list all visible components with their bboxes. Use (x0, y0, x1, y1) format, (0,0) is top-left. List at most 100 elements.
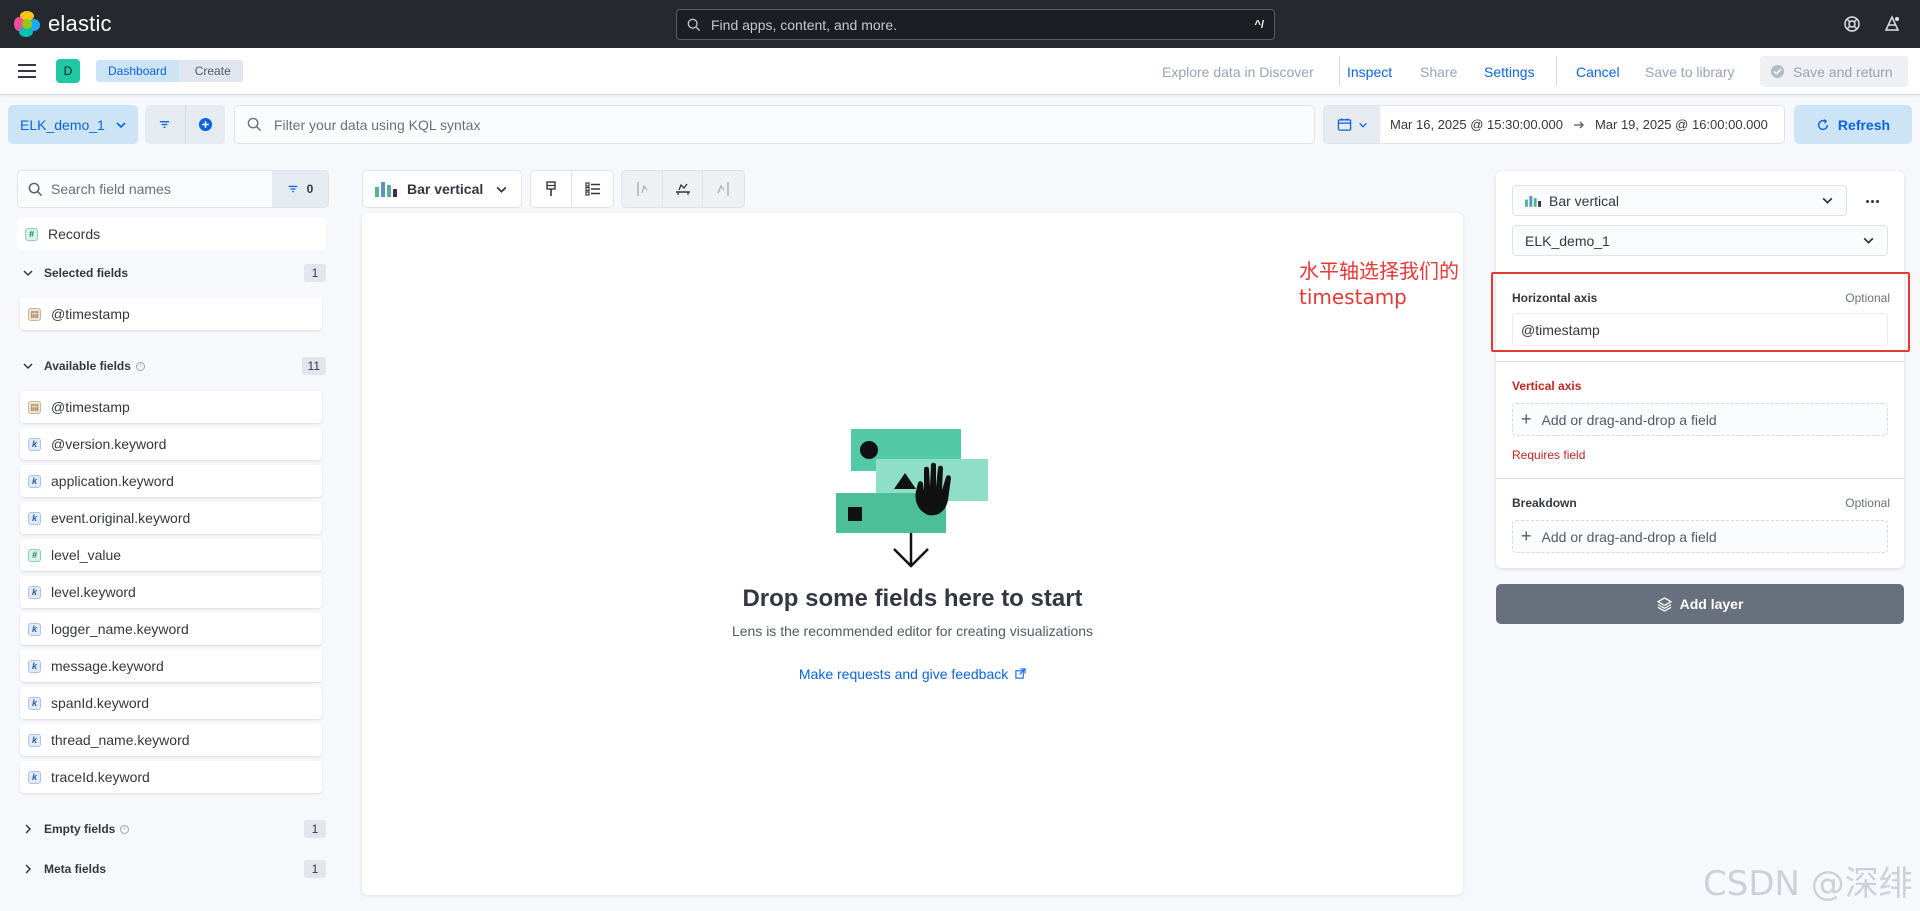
layer-actions-button[interactable] (1860, 191, 1884, 211)
field-list-item[interactable]: k message.keyword (20, 650, 322, 682)
field-list-item[interactable]: k level.keyword (20, 576, 322, 608)
refresh-icon (1817, 118, 1828, 130)
number-type-icon: # (25, 227, 38, 241)
layer-data-view-select[interactable]: ELK_demo_1 (1512, 225, 1888, 256)
keyword-type-icon: k (28, 437, 41, 451)
axis-options (621, 170, 745, 208)
space-avatar[interactable]: D (56, 59, 80, 83)
quick-date-menu-button[interactable] (1324, 106, 1380, 143)
display-options (530, 170, 614, 208)
meta-fields-toggle[interactable]: Meta fields 1 (20, 858, 326, 880)
legend-options-button[interactable] (572, 171, 613, 207)
keyword-type-icon: k (28, 733, 41, 747)
meta-fields-count: 1 (304, 860, 326, 878)
bottom-axis-options-button[interactable] (663, 171, 704, 207)
save-and-return-label: Save and return (1793, 63, 1893, 80)
layer-chart-type-select[interactable]: Bar vertical (1512, 185, 1847, 216)
cancel-button[interactable]: Cancel (1576, 64, 1620, 80)
field-list-item[interactable]: # level_value (20, 539, 322, 571)
breadcrumb-dashboard[interactable]: Dashboard (96, 60, 179, 82)
elastic-logo[interactable]: elastic (14, 11, 112, 37)
chevron-down-icon (1822, 197, 1833, 204)
chart-type-switcher[interactable]: Bar vertical (362, 170, 522, 208)
visual-options-button[interactable] (531, 171, 572, 207)
plus-circle-icon (198, 117, 212, 132)
field-list-item[interactable]: k logger_name.keyword (20, 613, 322, 645)
menu-icon[interactable] (18, 64, 36, 78)
bar-chart-icon (1525, 195, 1541, 207)
axis-left-icon (637, 182, 648, 196)
layer-data-view-label: ELK_demo_1 (1525, 232, 1610, 249)
breakdown-drop-zone[interactable]: + Add or drag-and-drop a field (1512, 520, 1888, 553)
selected-fields-count: 1 (304, 264, 326, 282)
bar-chart-icon (375, 182, 397, 197)
date-type-icon: ▤ (28, 400, 41, 414)
field-search-placeholder: Search field names (51, 181, 171, 197)
brand-name: elastic (48, 11, 112, 36)
add-layer-button[interactable]: Add layer (1496, 584, 1904, 624)
breakdown-label: Breakdown (1512, 496, 1577, 510)
selected-field-timestamp[interactable]: ▤ @timestamp (20, 298, 322, 330)
keyword-type-icon: k (28, 622, 41, 636)
chevron-right-icon (20, 823, 36, 835)
global-search-input[interactable]: Find apps, content, and more. ^/ (676, 9, 1275, 40)
empty-fields-toggle[interactable]: Empty fields i 1 (20, 818, 326, 840)
vertical-axis-error: Requires field (1512, 448, 1586, 462)
field-list-item[interactable]: k application.keyword (20, 465, 322, 497)
plus-icon: + (1521, 526, 1532, 546)
axis-right-icon (717, 182, 729, 196)
available-fields-title: Available fields (44, 359, 131, 373)
selected-fields-toggle[interactable]: Selected fields 1 (20, 262, 326, 284)
vertical-axis-drop-zone[interactable]: + Add or drag-and-drop a field (1512, 403, 1888, 436)
save-to-library-button[interactable]: Save to library (1645, 64, 1734, 80)
date-start[interactable]: Mar 16, 2025 @ 15:30:00.000 (1390, 117, 1563, 132)
settings-link[interactable]: Settings (1484, 64, 1535, 80)
available-fields-toggle[interactable]: Available fields i 11 (20, 355, 326, 377)
inspect-link[interactable]: Inspect (1347, 64, 1392, 80)
feedback-link-label: Make requests and give feedback (798, 666, 1009, 682)
refresh-button[interactable]: Refresh (1794, 105, 1912, 144)
field-list-item[interactable]: ▤ @timestamp (20, 391, 322, 423)
keyword-type-icon: k (28, 659, 41, 673)
field-type-filter-button[interactable]: 0 (272, 171, 328, 207)
divider (1556, 56, 1557, 86)
field-name: @timestamp (51, 399, 130, 415)
filter-controls (145, 105, 225, 144)
kql-query-input[interactable]: Filter your data using KQL syntax (234, 105, 1315, 144)
field-list-item[interactable]: k thread_name.keyword (20, 724, 322, 756)
field-list-item[interactable]: k traceId.keyword (20, 761, 322, 793)
search-icon (687, 18, 701, 31)
divider (1339, 56, 1340, 86)
field-search-input[interactable]: Search field names 0 (17, 170, 329, 208)
date-end[interactable]: Mar 19, 2025 @ 16:00:00.000 (1595, 117, 1768, 132)
calendar-icon: ▤ (28, 307, 41, 321)
divider (1496, 478, 1904, 479)
share-link[interactable]: Share (1420, 64, 1457, 80)
field-records[interactable]: # Records (17, 218, 326, 250)
annotation-line-1: 水平轴选择我们的 (1299, 259, 1459, 283)
meta-fields-title: Meta fields (44, 862, 107, 876)
info-icon[interactable]: i (135, 361, 145, 371)
chevron-down-icon (116, 121, 126, 128)
add-filter-button[interactable] (184, 105, 226, 144)
news-feed-icon[interactable] (1880, 12, 1904, 36)
left-axis-options-button[interactable] (622, 171, 663, 207)
filter-menu-button[interactable] (145, 105, 185, 144)
field-list-item[interactable]: k @version.keyword (20, 428, 322, 460)
filter-icon (288, 185, 297, 193)
brush-icon (546, 181, 556, 196)
info-icon[interactable]: i (120, 824, 130, 834)
data-view-name: ELK_demo_1 (20, 116, 105, 133)
field-list-item[interactable]: k spanId.keyword (20, 687, 322, 719)
layer-chart-type-label: Bar vertical (1549, 192, 1620, 209)
field-list-item[interactable]: k event.original.keyword (20, 502, 322, 534)
app-header: D Dashboard Create (0, 48, 1920, 95)
data-view-picker[interactable]: ELK_demo_1 (8, 105, 138, 144)
global-search-placeholder: Find apps, content, and more. (711, 16, 897, 33)
right-axis-options-button[interactable] (703, 171, 744, 207)
chart-type-label: Bar vertical (407, 181, 484, 197)
help-icon[interactable] (1840, 12, 1864, 36)
feedback-link[interactable]: Make requests and give feedback (362, 666, 1463, 682)
save-and-return-button[interactable]: Save and return (1760, 56, 1908, 87)
explore-in-discover-link[interactable]: Explore data in Discover (1162, 64, 1314, 80)
